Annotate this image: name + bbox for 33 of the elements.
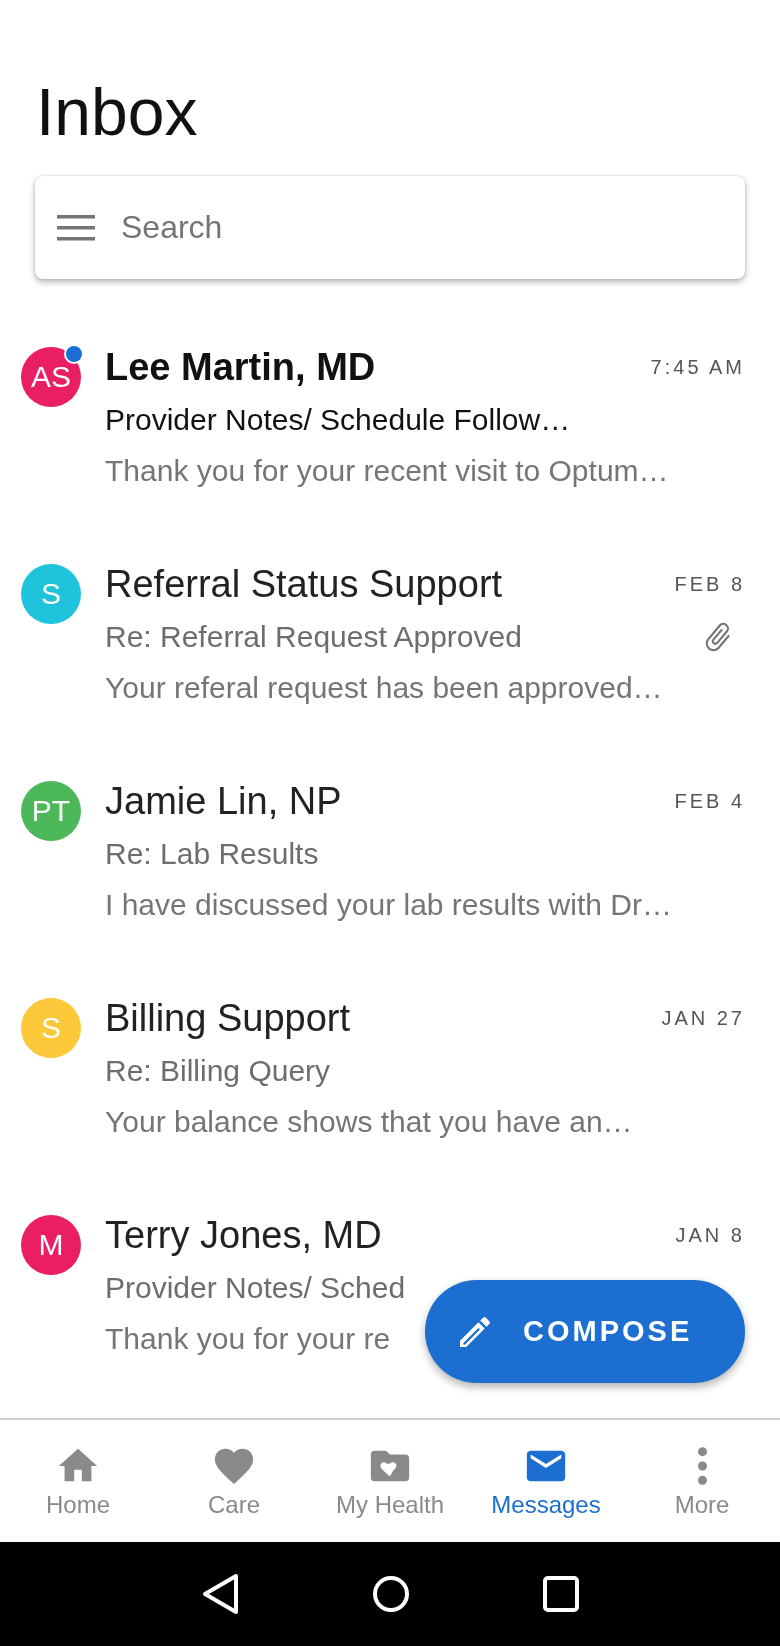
- message-time: JAN 8: [675, 1223, 745, 1247]
- avatar: S: [21, 564, 81, 624]
- message-subject: Re: Lab Results: [105, 837, 319, 871]
- message-subject: Provider Notes/ Schedule Follow…: [105, 403, 571, 437]
- sender-name: Billing Support: [105, 996, 351, 1040]
- message-time: FEB 8: [674, 572, 745, 596]
- more-icon: [697, 1447, 707, 1485]
- sender-name: Referral Status Support: [105, 562, 503, 606]
- sender-name: Jamie Lin, NP: [105, 779, 342, 823]
- search-field[interactable]: Search: [119, 208, 723, 247]
- message-preview: Thank you for your recent visit to Optum…: [105, 454, 669, 487]
- message-subject: Provider Notes/ Sched: [105, 1271, 406, 1305]
- message-time: JAN 27: [661, 1006, 745, 1030]
- message-preview: Thank you for your re: [105, 1322, 391, 1355]
- message-subject: Re: Billing Query: [105, 1054, 331, 1088]
- sender-name: Terry Jones, MD: [105, 1213, 382, 1257]
- avatar: S: [21, 998, 81, 1058]
- message-preview: Your balance shows that you have an…: [105, 1105, 633, 1138]
- inbox-title: Inbox: [36, 74, 198, 151]
- back-icon[interactable]: [200, 1572, 241, 1616]
- avatar: PT: [21, 781, 81, 841]
- message-time: FEB 4: [674, 789, 745, 813]
- avatar: M: [21, 1215, 81, 1275]
- message-time: 7:45 AM: [650, 355, 745, 379]
- message-subject: Re: Referral Request Approved: [105, 620, 522, 654]
- recents-icon[interactable]: [541, 1575, 580, 1613]
- sender-name: Lee Martin, MD: [105, 345, 376, 389]
- menu-icon[interactable]: [57, 214, 95, 241]
- message-preview: Your referal request has been approved…: [105, 671, 663, 704]
- message-preview: I have discussed your lab results with Dr…: [105, 888, 672, 921]
- avatar: AS: [21, 347, 81, 407]
- home-button-icon[interactable]: [371, 1574, 411, 1614]
- compose-button[interactable]: COMPOSE: [425, 1280, 745, 1383]
